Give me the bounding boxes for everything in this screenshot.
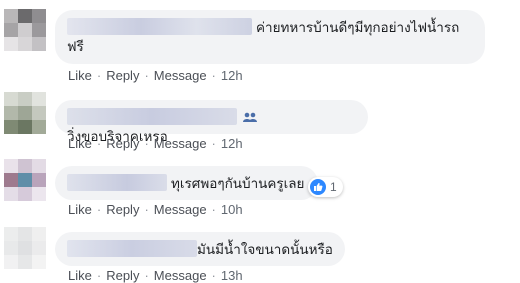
comment-bubble: ค่ายทหารบ้านดีๆมีทุกอย่างไฟน้ำรถ ฟรี <box>55 10 485 64</box>
comment-bubble: วิ่งขอบริจาคเหรอ <box>55 100 368 144</box>
reaction-count: 1 <box>330 180 337 194</box>
comment-text: ค่ายทหารบ้านดีๆมีทุกอย่างไฟน้ำรถ <box>256 20 460 35</box>
reply-link[interactable]: Reply <box>106 68 139 83</box>
separator: · <box>96 202 102 217</box>
separator: · <box>96 136 102 151</box>
group-icon <box>243 108 257 122</box>
message-link[interactable]: Message <box>154 202 207 217</box>
commenter-name[interactable] <box>67 108 237 125</box>
reply-link[interactable]: Reply <box>106 202 139 217</box>
timestamp[interactable]: 10h <box>221 202 243 217</box>
avatar[interactable] <box>4 9 46 51</box>
comment-bubble: มันมีน้ำใจขนาดนั้นหรือ <box>55 232 345 266</box>
commenter-name[interactable] <box>67 174 167 191</box>
avatar[interactable] <box>4 227 46 269</box>
separator: · <box>144 136 149 151</box>
timestamp[interactable]: 12h <box>221 68 243 83</box>
like-link[interactable]: Like <box>68 136 92 151</box>
comment-bubble: ทุเรศพอๆกันบ้านครูเลย <box>55 166 318 200</box>
comment-text: ทุเรศพอๆกันบ้านครูเลย <box>171 176 305 191</box>
separator: · <box>211 202 216 217</box>
avatar[interactable] <box>4 92 46 134</box>
separator: · <box>144 68 149 83</box>
like-link[interactable]: Like <box>68 68 92 83</box>
comment-actions: Like · Reply · Message · 12h <box>68 136 243 151</box>
separator: · <box>211 68 216 83</box>
separator: · <box>211 136 216 151</box>
comment-text-continued: ฟรี <box>67 39 84 54</box>
comment-actions: Like · Reply · Message · 10h <box>68 202 243 217</box>
message-link[interactable]: Message <box>154 68 207 83</box>
reaction-badge[interactable]: 1 <box>308 177 343 197</box>
separator: · <box>96 68 102 83</box>
comment-text: มันมีน้ำใจขนาดนั้นหรือ <box>197 242 333 257</box>
commenter-name[interactable] <box>67 18 252 35</box>
message-link[interactable]: Message <box>154 136 207 151</box>
like-icon <box>310 179 326 195</box>
separator: · <box>144 202 149 217</box>
commenter-name[interactable] <box>67 240 197 257</box>
reply-link[interactable]: Reply <box>106 136 139 151</box>
timestamp[interactable]: 12h <box>221 136 243 151</box>
comment-actions: Like · Reply · Message · 12h <box>68 68 243 83</box>
avatar[interactable] <box>4 159 46 201</box>
like-link[interactable]: Like <box>68 202 92 217</box>
